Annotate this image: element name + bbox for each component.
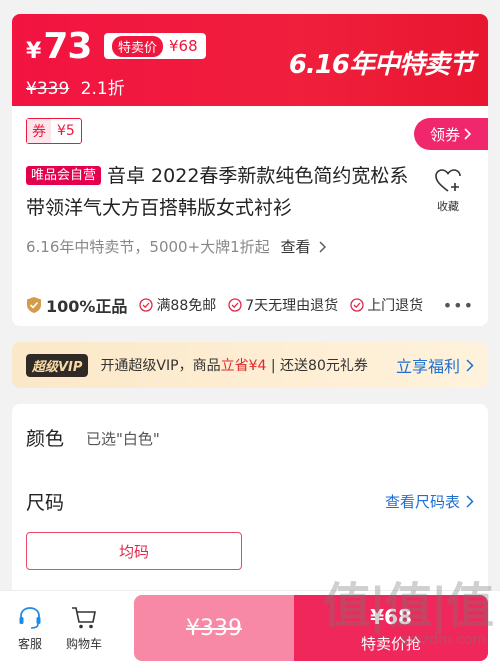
assurance-item: 上门退货 — [350, 295, 423, 315]
currency-symbol: ¥ — [26, 39, 42, 64]
assurance-row[interactable]: 100%正品 满88免邮 7天无理由退货 上门退货 ••• — [12, 284, 488, 326]
chevron-right-icon — [464, 128, 472, 140]
genuine-badge: 100%正品 — [26, 293, 127, 317]
original-price: ¥339 — [26, 79, 70, 99]
heart-plus-icon — [435, 169, 461, 192]
check-circle-icon — [139, 298, 154, 312]
super-vip-badge: 超级VIP — [26, 353, 89, 377]
cart-price: ¥339 — [186, 615, 242, 641]
size-label: 尺码 — [26, 492, 65, 514]
customer-service-label: 客服 — [17, 637, 42, 651]
assurance-item: 7天无理由退货 — [228, 295, 338, 315]
promo-text: 6.16年中特卖节，5000+大牌1折起 — [26, 238, 270, 256]
customer-service-button[interactable]: 客服 — [0, 605, 60, 652]
product-info-card: 券 ¥5 领券 唯品会自营 音卓 2022春季新款纯色简约宽松系带领洋气大方百搭韩… — [12, 106, 488, 326]
cart-nav-button[interactable]: 购物车 — [54, 605, 114, 652]
current-price: ¥ 73 — [26, 26, 92, 67]
favorite-button[interactable]: 收藏 — [428, 168, 468, 214]
color-selected: 已选"白色" — [86, 430, 160, 448]
super-vip-bar[interactable]: 超级VIP 开通超级VIP，商品 立省¥4 | 还送80元礼券 立享福利 — [12, 342, 488, 388]
shield-check-icon — [27, 297, 41, 313]
coupon-tag: 券 — [27, 119, 51, 143]
promo-link[interactable]: 查看 — [280, 238, 310, 256]
coupon-badge[interactable]: 券 ¥5 — [26, 118, 82, 144]
price-banner: ¥ 73 特卖价 ¥68 ¥339 2.1折 6.16年中特卖节 — [12, 14, 488, 106]
product-title: 唯品会自营 音卓 2022春季新款纯色简约宽松系带领洋气大方百搭韩版女式衬衫 — [26, 160, 426, 224]
check-circle-icon — [228, 298, 242, 312]
assurance-item-label: 上门退货 — [367, 298, 424, 314]
claim-coupon-button[interactable]: 领券 — [414, 118, 488, 150]
price-value: 73 — [43, 26, 92, 67]
festival-title: 6.16年中特卖节 — [288, 50, 475, 80]
buy-price: ¥68 — [370, 605, 412, 629]
assurance-item-label: 满88免邮 — [156, 298, 217, 314]
buy-label: 特卖价抢 — [360, 635, 421, 653]
claim-coupon-label: 领券 — [429, 125, 460, 144]
add-to-cart-button[interactable]: ¥339 — [134, 595, 294, 661]
store-tag: 唯品会自营 — [26, 166, 102, 185]
assurance-item-label: 7天无理由退货 — [245, 298, 339, 314]
more-icon[interactable]: ••• — [443, 296, 474, 315]
original-price-row: ¥339 2.1折 — [26, 74, 125, 99]
spec-card: 颜色 已选"白色" 尺码 查看尺码表 均码 — [12, 404, 488, 604]
chevron-right-icon — [319, 241, 327, 253]
size-option-button[interactable]: 均码 — [26, 532, 242, 570]
size-chart-label: 查看尺码表 — [384, 493, 460, 511]
vip-text-prefix: 开通超级VIP，商品 — [100, 358, 221, 374]
bottom-action-bar: 客服 购物车 ¥339 ¥68 特卖价抢 — [0, 590, 500, 662]
buy-now-button[interactable]: ¥68 特卖价抢 — [294, 595, 488, 661]
special-price-label: 特卖价 — [112, 35, 164, 57]
size-chart-link[interactable]: 查看尺码表 — [385, 491, 474, 512]
vip-benefit-link[interactable]: 立享福利 — [396, 353, 474, 377]
special-price-tag: 特卖价 ¥68 — [104, 33, 206, 59]
vip-benefit-label: 立享福利 — [395, 357, 460, 376]
headset-icon — [19, 607, 41, 629]
vip-save-amount: 立省¥4 — [220, 358, 267, 374]
genuine-label: 100%正品 — [46, 297, 128, 316]
cart-icon — [72, 607, 96, 629]
favorite-label: 收藏 — [437, 200, 459, 213]
vip-text-suffix: | 还送80元礼券 — [266, 358, 368, 374]
special-price-value: ¥68 — [169, 37, 198, 55]
discount-rate: 2.1折 — [80, 79, 125, 99]
check-circle-icon — [350, 298, 364, 312]
assurance-item: 满88免邮 — [139, 295, 216, 315]
chevron-right-icon — [466, 358, 474, 372]
cart-nav-label: 购物车 — [65, 637, 102, 651]
coupon-value: ¥5 — [57, 123, 75, 139]
promo-row[interactable]: 6.16年中特卖节，5000+大牌1折起 查看 — [26, 236, 327, 257]
color-label: 颜色 — [26, 428, 65, 450]
chevron-right-icon — [466, 495, 474, 508]
